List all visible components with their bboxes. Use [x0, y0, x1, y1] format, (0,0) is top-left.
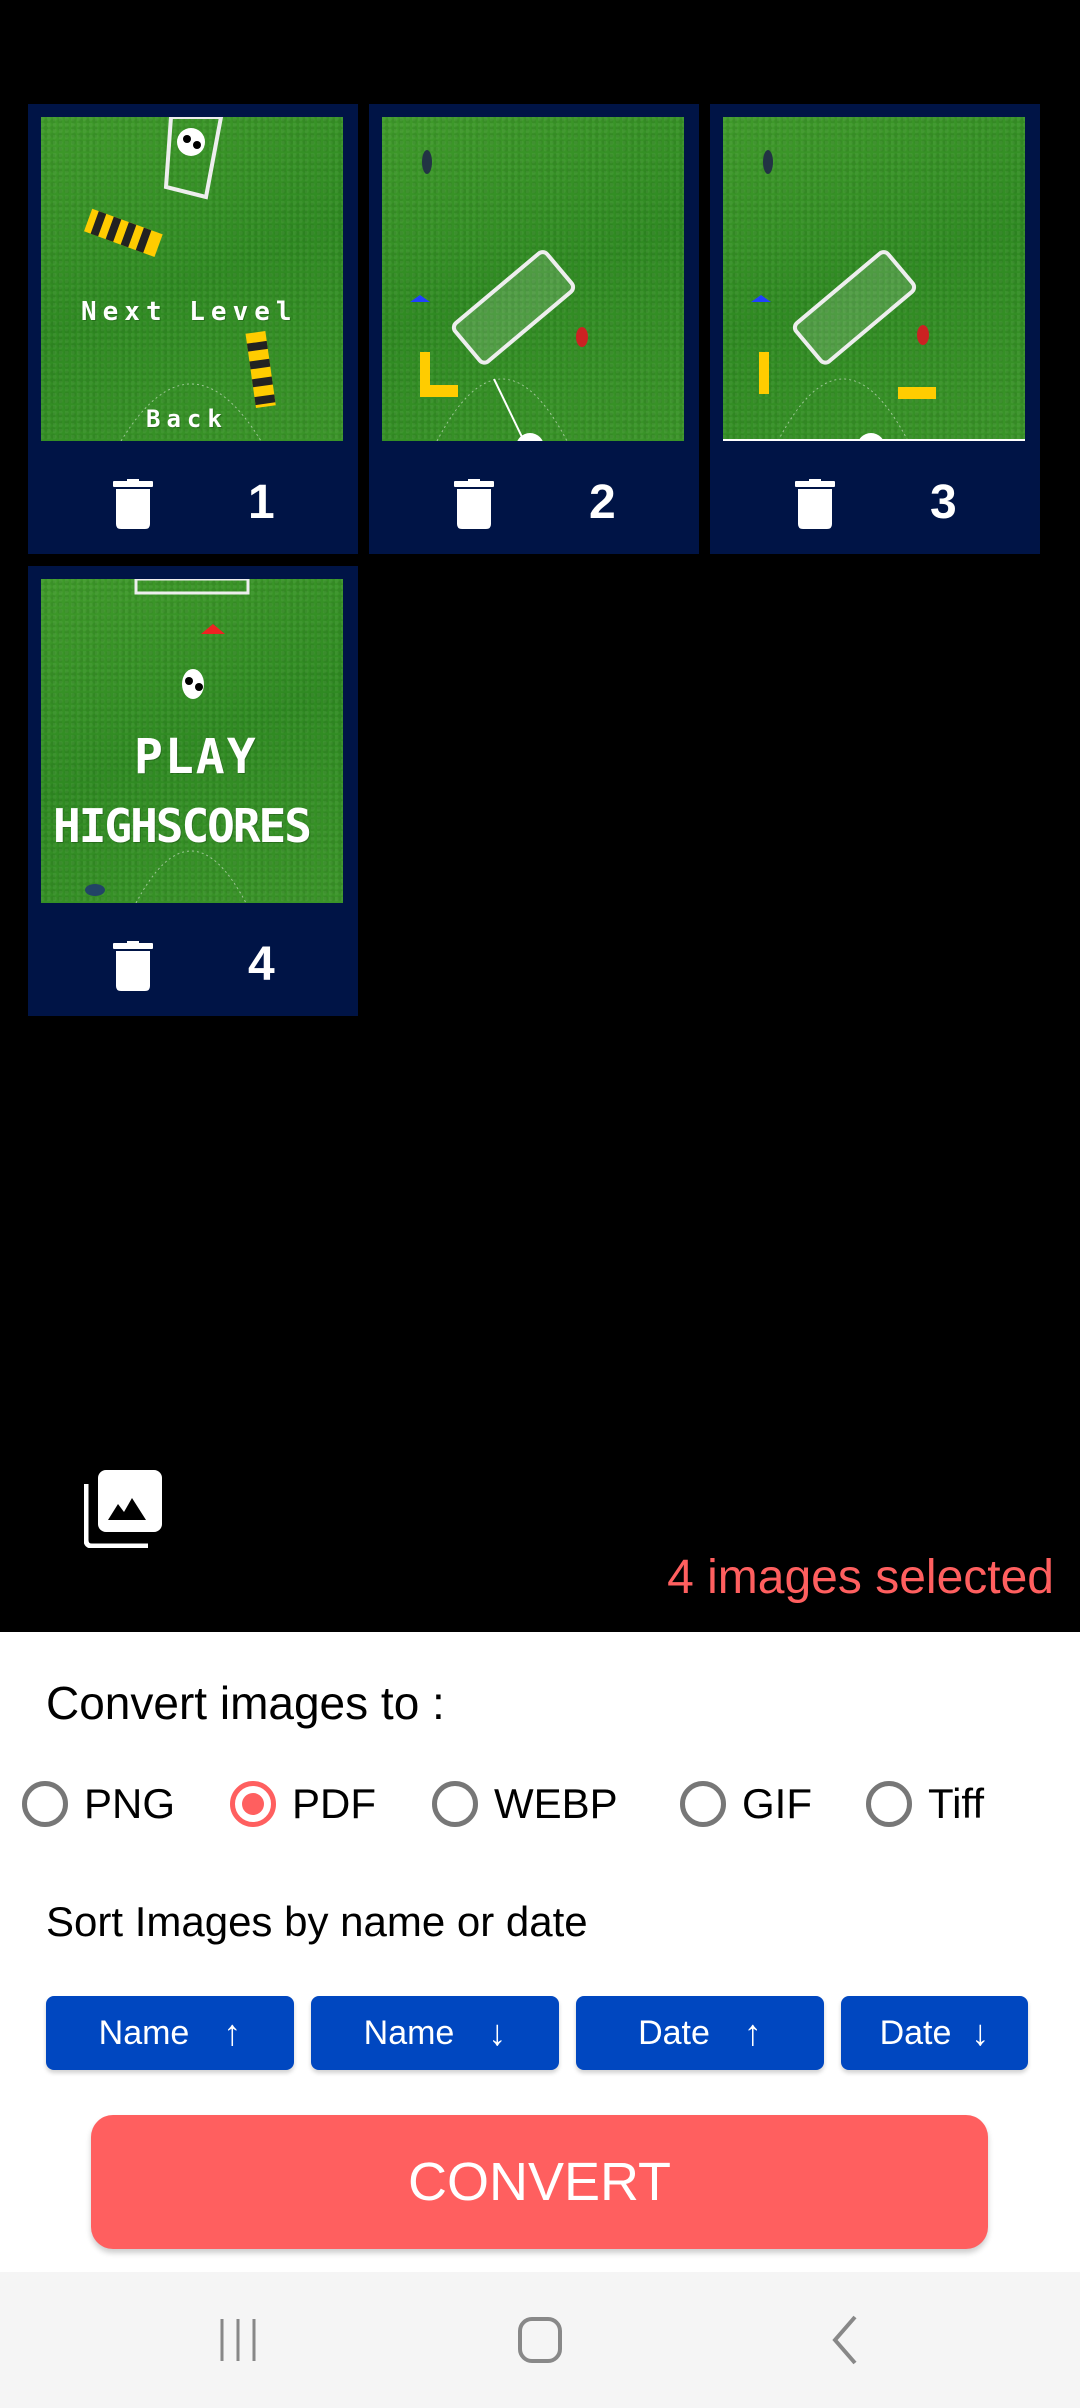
arrow-down-icon: ↓	[488, 2012, 507, 2053]
convert-button[interactable]: CONVERT	[91, 2115, 988, 2249]
arrow-up-icon: ↑	[223, 2012, 242, 2053]
format-radio-gif[interactable]: GIF	[680, 1774, 812, 1834]
sort-label: Name	[98, 2013, 190, 2052]
radio-circle[interactable]	[866, 1781, 912, 1827]
format-radio-png[interactable]: PNG	[22, 1774, 175, 1834]
thumbnail-art	[723, 150, 1025, 441]
sort-date-desc-button[interactable]: Date ↓	[841, 1996, 1028, 2070]
selected-count-label: 4 images selected	[667, 1551, 1054, 1604]
image-index: 2	[589, 476, 616, 529]
format-radio-webp[interactable]: WEBP	[432, 1774, 618, 1834]
thumbnail-text-next-level: Next Level	[81, 297, 298, 327]
recent-apps-icon	[220, 2319, 256, 2361]
recent-apps-button[interactable]	[178, 2272, 298, 2408]
thumbnail-text-play: PLAY	[134, 729, 258, 785]
image-card-1[interactable]: Next Level Back 1	[28, 104, 358, 554]
radio-circle[interactable]	[230, 1781, 276, 1827]
image-thumbnail[interactable]: Next Level Back	[41, 117, 343, 441]
format-radio-tiff[interactable]: Tiff	[866, 1774, 984, 1834]
arrow-down-icon: ↓	[971, 2012, 990, 2053]
thumbnail-art	[84, 117, 276, 441]
back-icon	[832, 2315, 857, 2365]
system-navigation-bar	[0, 2272, 1080, 2408]
image-card-3[interactable]: 3	[710, 104, 1040, 554]
home-button[interactable]	[480, 2272, 600, 2408]
trash-icon[interactable]	[795, 479, 835, 529]
image-card-2[interactable]: 2	[369, 104, 699, 554]
format-label: PNG	[84, 1780, 176, 1827]
thumbnail-text-highscores: HIGHSCORES	[53, 799, 312, 853]
sort-label: Date	[638, 2013, 710, 2052]
home-icon	[518, 2317, 562, 2363]
image-thumbnail[interactable]: PLAY HIGHSCORES	[41, 579, 343, 903]
format-label: Tiff	[928, 1780, 985, 1827]
trash-icon[interactable]	[113, 479, 153, 529]
sort-title: Sort Images by name or date	[46, 1898, 588, 1945]
image-thumbnail[interactable]	[723, 117, 1025, 441]
convert-title: Convert images to :	[46, 1677, 445, 1729]
thumbnail-text-back: Back	[146, 405, 228, 433]
back-button[interactable]	[784, 2272, 904, 2408]
image-index: 1	[248, 476, 275, 529]
radio-circle[interactable]	[22, 1781, 68, 1827]
format-radio-pdf[interactable]: PDF	[230, 1774, 376, 1834]
sort-name-asc-button[interactable]: Name ↑	[46, 1996, 294, 2070]
radio-circle[interactable]	[680, 1781, 726, 1827]
format-label: PDF	[292, 1780, 376, 1827]
image-index: 4	[248, 938, 275, 991]
trash-icon[interactable]	[454, 479, 494, 529]
image-thumbnail[interactable]	[382, 117, 684, 441]
image-card-4[interactable]: PLAY HIGHSCORES 4	[28, 566, 358, 1016]
arrow-up-icon: ↑	[743, 2012, 762, 2053]
thumbnail-art	[410, 150, 588, 441]
sort-label: Name	[363, 2013, 455, 2052]
sort-name-desc-button[interactable]: Name ↓	[311, 1996, 559, 2070]
sort-date-asc-button[interactable]: Date ↑	[576, 1996, 824, 2070]
convert-panel: Convert images to : PNG PDF WEBP GIF Tif…	[0, 1632, 1080, 2272]
sort-label: Date	[879, 2013, 952, 2052]
photo-library-icon[interactable]	[84, 1468, 164, 1548]
trash-icon[interactable]	[113, 941, 153, 991]
radio-circle[interactable]	[432, 1781, 478, 1827]
format-label: WEBP	[494, 1780, 618, 1827]
image-index: 3	[930, 476, 957, 529]
format-label: GIF	[742, 1780, 812, 1827]
